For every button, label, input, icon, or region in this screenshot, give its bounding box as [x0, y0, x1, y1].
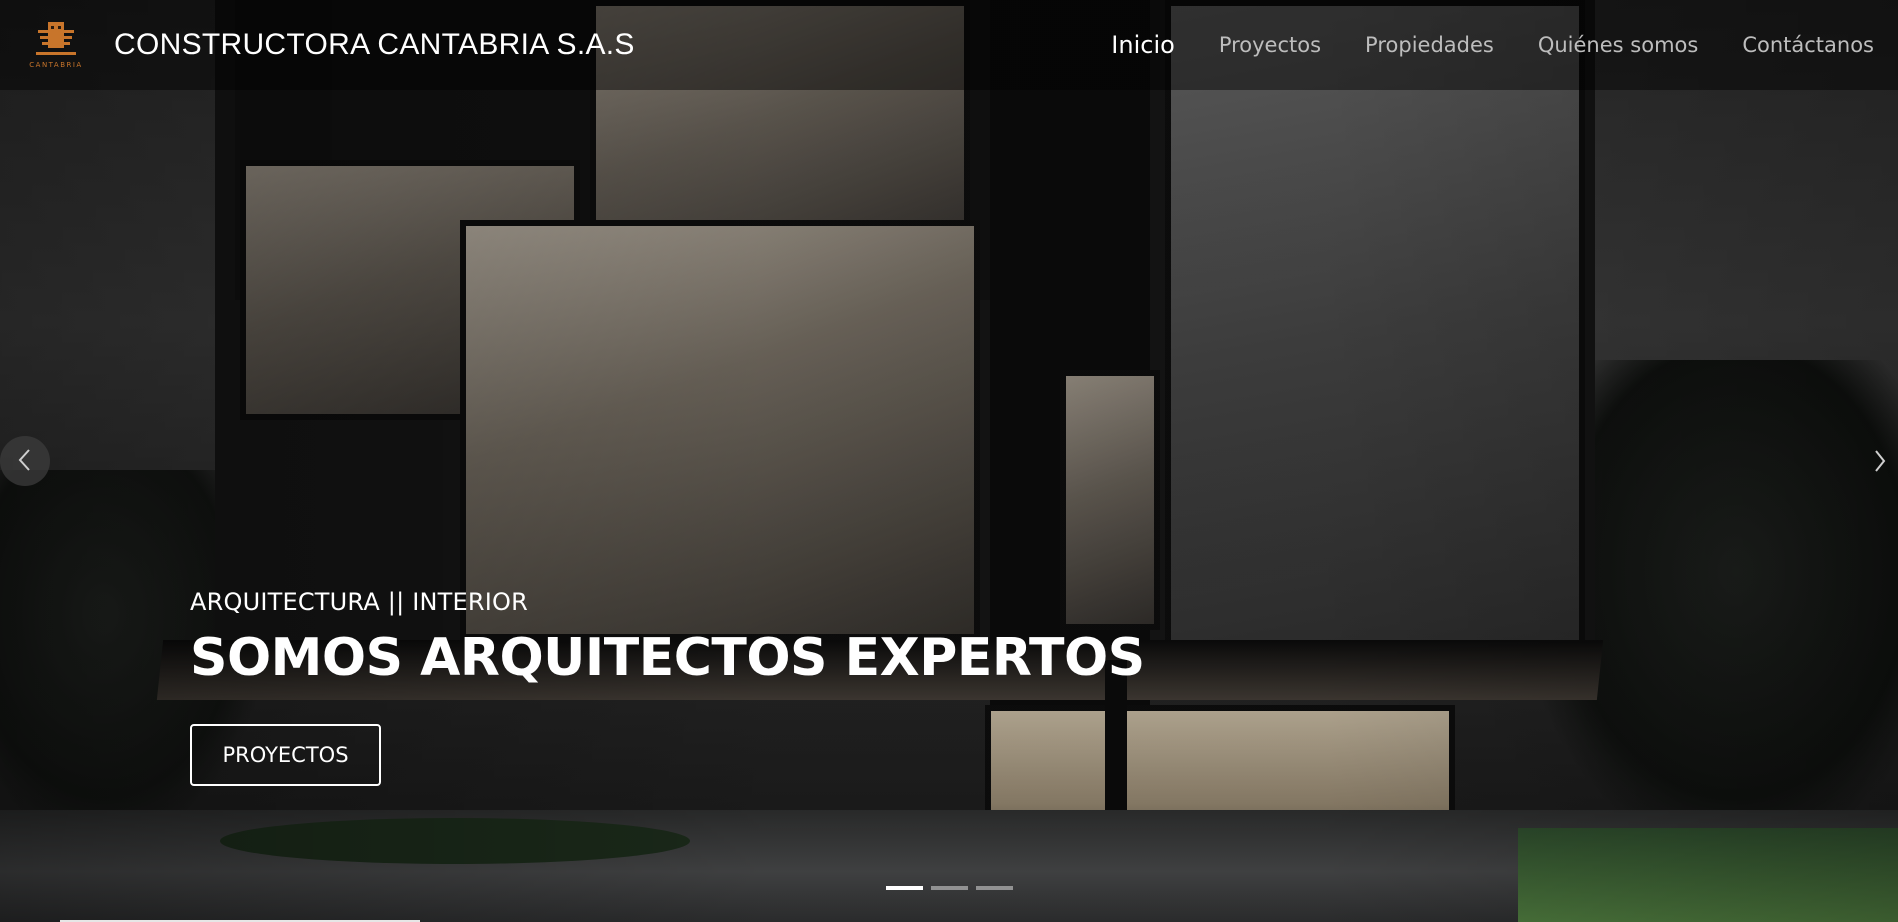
nav-item-proyectos[interactable]: Proyectos [1219, 33, 1321, 57]
brand-name: CONSTRUCTORA CANTABRIA S.A.S [114, 28, 635, 61]
carousel-next-button[interactable] [1868, 448, 1892, 476]
nav-item-contactanos[interactable]: Contáctanos [1742, 33, 1874, 57]
main-nav: Inicio Proyectos Propiedades Quiénes som… [1111, 31, 1874, 59]
logo: CANTABRIA [24, 18, 88, 72]
hero-caption: ARQUITECTURA || INTERIOR SOMOS ARQUITECT… [190, 588, 1145, 688]
nav-item-quienes-somos[interactable]: Quiénes somos [1538, 33, 1698, 57]
chevron-right-icon [1873, 449, 1887, 476]
hero-title: SOMOS ARQUITECTOS EXPERTOS [190, 628, 1145, 688]
navbar: CANTABRIA CONSTRUCTORA CANTABRIA S.A.S I… [0, 0, 1898, 90]
proyectos-button[interactable]: PROYECTOS [190, 724, 381, 786]
carousel-indicators [886, 886, 1013, 890]
brand-link[interactable]: CANTABRIA CONSTRUCTORA CANTABRIA S.A.S [24, 18, 635, 72]
carousel-prev-button[interactable] [0, 436, 50, 486]
nav-item-inicio[interactable]: Inicio [1111, 31, 1175, 59]
chevron-left-icon [17, 448, 33, 475]
carousel-indicator-3[interactable] [976, 886, 1013, 890]
carousel-indicator-2[interactable] [931, 886, 968, 890]
carousel-indicator-1[interactable] [886, 886, 923, 890]
logo-text: CANTABRIA [29, 61, 82, 69]
hero-subtitle: ARQUITECTURA || INTERIOR [190, 588, 528, 616]
nav-item-propiedades[interactable]: Propiedades [1365, 33, 1494, 57]
